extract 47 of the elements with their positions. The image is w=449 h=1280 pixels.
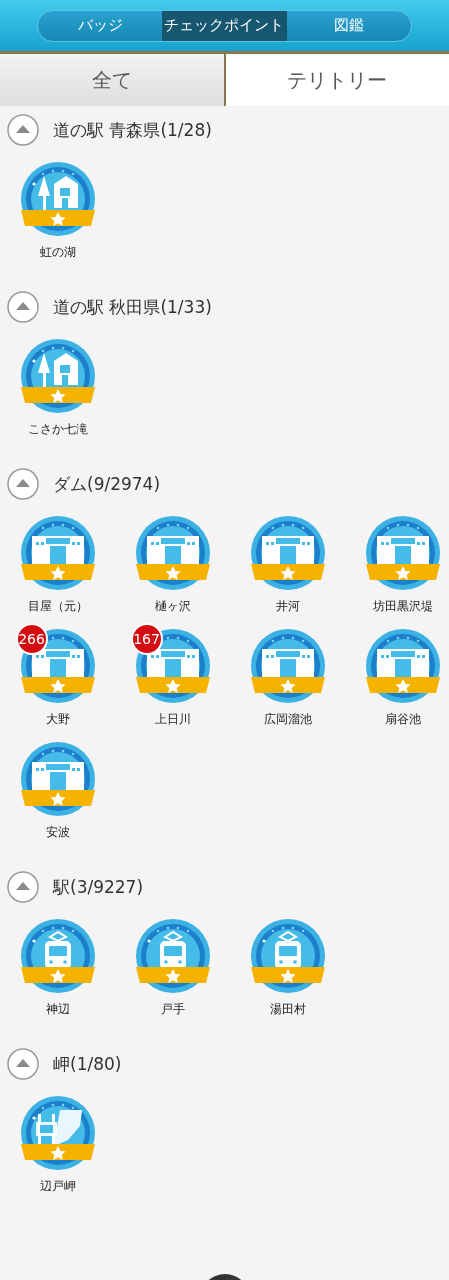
badge-label: 湯田村 (269, 1001, 306, 1018)
badge-label: 広岡溜池 (263, 711, 312, 728)
collapse-icon[interactable] (7, 114, 39, 146)
badge-label: こさか七滝 (27, 421, 88, 438)
dam-badge-icon[interactable] (364, 516, 441, 592)
house-badge-icon[interactable] (19, 162, 96, 238)
badge-label: 大野 (45, 711, 70, 728)
segment-tab[interactable]: チェックポイント (162, 10, 287, 41)
dam-badge-icon[interactable] (19, 629, 96, 705)
badge-label: 樋ヶ沢 (154, 598, 191, 615)
section-title: 岬(1/80) (53, 1052, 122, 1076)
badge-label: 安波 (45, 824, 70, 841)
dam-badge-icon[interactable] (19, 516, 96, 592)
section-title: 道の駅 青森県(1/28) (53, 118, 212, 142)
badge-label: 目屋（元） (27, 598, 88, 615)
badge-label: 坊田黒沢堤 (372, 598, 433, 615)
dam-badge-icon[interactable] (134, 629, 211, 705)
count-badge: 167 (130, 623, 163, 655)
collapse-icon[interactable] (7, 468, 39, 500)
dam-badge-icon[interactable] (249, 516, 326, 592)
house-badge-icon[interactable] (19, 339, 96, 415)
collapse-icon[interactable] (7, 871, 39, 903)
signpost-badge-icon[interactable] (19, 1096, 96, 1172)
dam-badge-icon[interactable] (134, 516, 211, 592)
tab[interactable]: テリトリー (223, 54, 449, 106)
section-title: ダム(9/2974) (53, 472, 161, 496)
train-badge-icon[interactable] (134, 919, 211, 995)
train-badge-icon[interactable] (19, 919, 96, 995)
collapse-icon[interactable] (7, 1048, 39, 1080)
badge-label: 神辺 (45, 1001, 70, 1018)
dam-badge-icon[interactable] (19, 742, 96, 818)
section-title: 駅(3/9227) (53, 875, 144, 899)
collapse-icon[interactable] (7, 291, 39, 323)
badge-label: 戸手 (160, 1001, 185, 1018)
train-badge-icon[interactable] (249, 919, 326, 995)
tab[interactable]: 全て (0, 54, 224, 106)
badge-label: 井河 (275, 598, 300, 615)
badge-label: 上日川 (154, 711, 191, 728)
badge-label: 扇谷池 (384, 711, 421, 728)
dam-badge-icon[interactable] (364, 629, 441, 705)
badge-label: 虹の湖 (39, 244, 76, 261)
segment-tab[interactable]: バッジ (38, 10, 163, 41)
badge-label: 辺戸岬 (39, 1178, 76, 1195)
section-title: 道の駅 秋田県(1/33) (53, 295, 212, 319)
dam-badge-icon[interactable] (249, 629, 326, 705)
segment-tab[interactable]: 図鑑 (286, 10, 411, 41)
count-badge: 266 (15, 623, 48, 655)
